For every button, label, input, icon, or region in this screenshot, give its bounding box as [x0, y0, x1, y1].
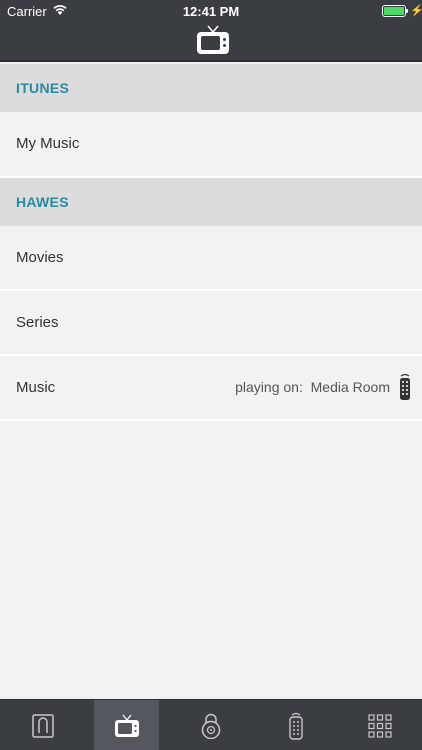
tv-icon	[197, 25, 229, 54]
tab-home[interactable]	[10, 700, 75, 750]
tab-remote[interactable]	[263, 700, 328, 750]
battery-level	[384, 7, 404, 15]
list-item-music[interactable]: Music playing on: Media Room	[0, 356, 422, 421]
clock: 12:41 PM	[182, 4, 240, 19]
status-bar: Carrier 12:41 PM ⚡	[0, 0, 422, 22]
list-item-label: Movies	[16, 249, 64, 266]
tab-more[interactable]	[347, 700, 412, 750]
list-item-label: Music	[16, 379, 56, 396]
tv-icon	[114, 714, 139, 737]
list-item-series[interactable]: Series	[0, 291, 422, 356]
playing-prefix: playing on:	[235, 379, 303, 395]
top-bar: Carrier 12:41 PM ⚡	[0, 0, 422, 62]
lock-icon	[201, 713, 220, 739]
section-header-hawes: HAWES	[0, 178, 422, 226]
grid-icon	[367, 713, 392, 738]
list-item-label: My Music	[16, 135, 80, 152]
list-item-label: Series	[16, 314, 59, 331]
tab-security[interactable]	[178, 700, 243, 750]
section-header-itunes: ITUNES	[0, 64, 422, 112]
battery-tip	[406, 9, 408, 13]
list-item-my-music[interactable]: My Music	[0, 112, 422, 178]
bolt-icon: ⚡	[410, 5, 422, 17]
now-playing-label: playing on: Media Room	[235, 356, 390, 419]
home-icon	[31, 713, 54, 738]
source-list: ITUNES My Music HAWES Movies Series Musi…	[0, 64, 422, 421]
remote-icon	[288, 712, 303, 740]
battery-icon	[382, 5, 406, 17]
playing-room: Media Room	[310, 379, 390, 395]
remote-icon[interactable]	[398, 373, 412, 401]
list-item-movies[interactable]: Movies	[0, 226, 422, 291]
tab-bar	[0, 699, 422, 750]
tab-tv[interactable]	[94, 700, 159, 750]
